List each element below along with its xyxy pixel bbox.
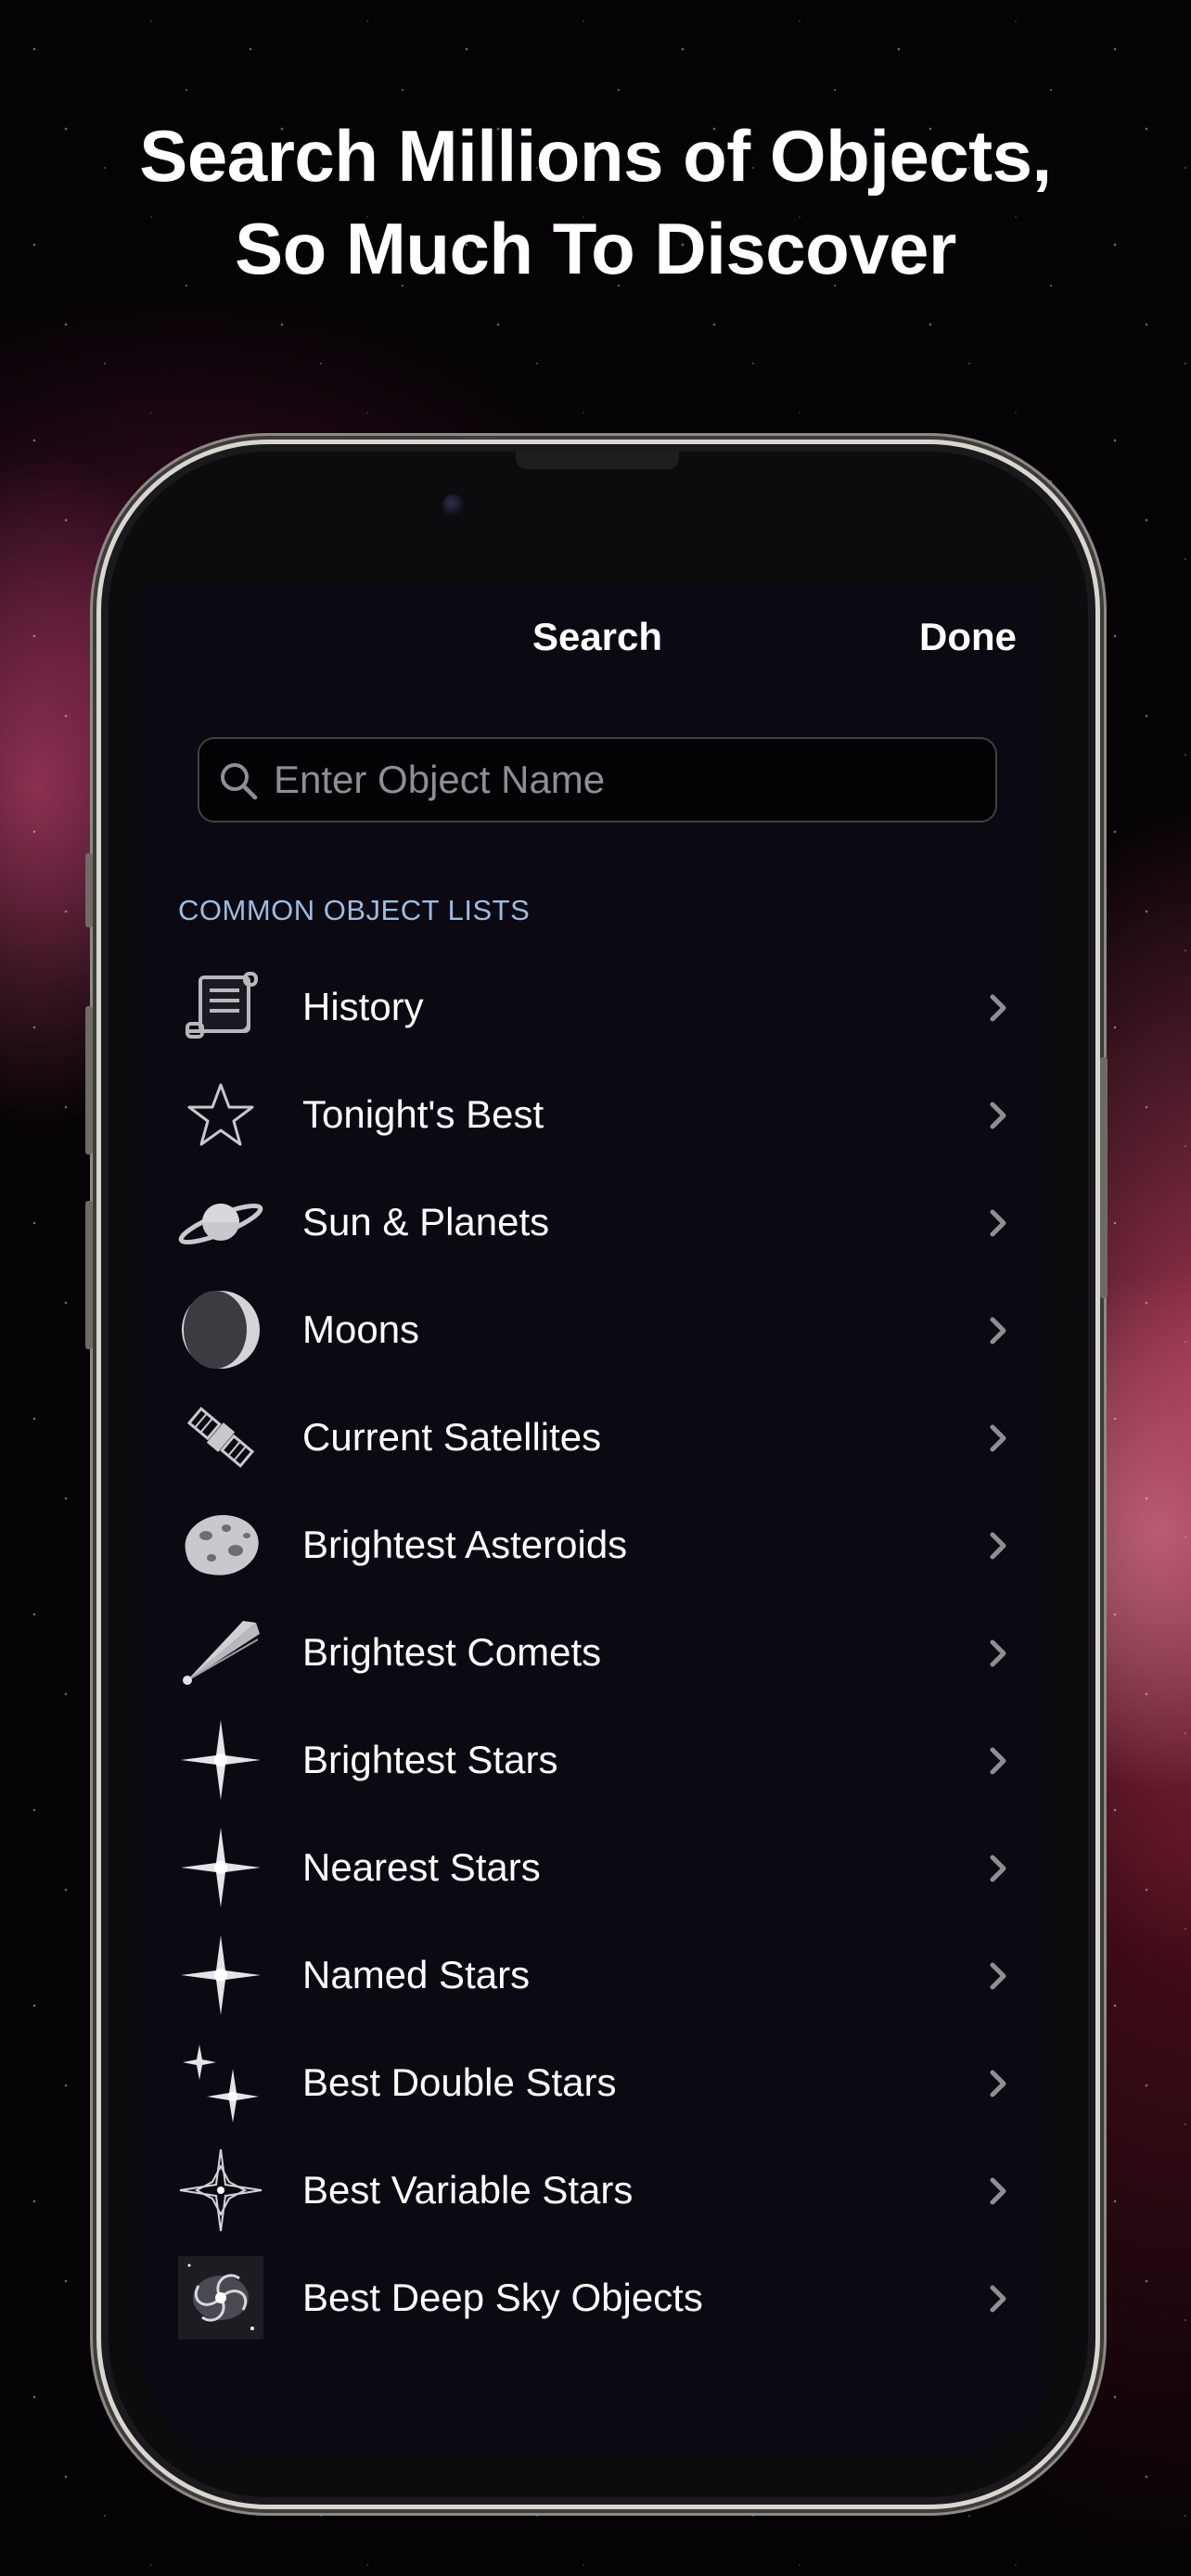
chevron-right-icon: [990, 2177, 1006, 2205]
chevron-right-icon: [990, 2070, 1006, 2098]
variable-star-icon: [178, 2149, 263, 2232]
search-field[interactable]: [198, 737, 997, 823]
satellite-icon: [178, 1396, 263, 1478]
nav-title: Search: [531, 615, 663, 658]
list-item-label: History: [302, 985, 424, 1028]
list-item-brightest-stars[interactable]: Brightest Stars: [143, 1706, 1052, 1814]
chevron-right-icon: [990, 1317, 1006, 1345]
list-item-tonights-best[interactable]: Tonight's Best: [143, 1061, 1052, 1168]
chevron-right-icon: [990, 1747, 1006, 1775]
headline-line-2: So Much To Discover: [235, 208, 956, 289]
list-item-label: Brightest Comets: [302, 1630, 602, 1674]
chevron-right-icon: [990, 1639, 1006, 1667]
chevron-right-icon: [990, 1102, 1006, 1129]
navigation-bar: Search Done: [143, 584, 1052, 695]
double-star-icon: [178, 2042, 263, 2123]
list-item-label: Best Double Stars: [302, 2060, 617, 2104]
list-item-label: Named Stars: [302, 1953, 531, 1996]
sparkle-star-icon: [178, 1934, 263, 2016]
scroll-icon: [178, 966, 263, 1048]
phone-power-button: [1100, 1057, 1108, 1298]
list-item-best-variable-stars[interactable]: Best Variable Stars: [143, 2136, 1052, 2244]
list-item-label: Moons: [302, 1307, 420, 1351]
list-item-history[interactable]: History: [143, 953, 1052, 1061]
list-item-moons[interactable]: Moons: [143, 1276, 1052, 1384]
chevron-right-icon: [990, 1855, 1006, 1882]
front-camera: [442, 494, 465, 516]
section-header: COMMON OBJECT LISTS: [178, 894, 531, 926]
list-item-best-deep-sky-objects[interactable]: Best Deep Sky Objects: [143, 2244, 1052, 2352]
done-button[interactable]: Done: [919, 615, 1017, 659]
search-input[interactable]: [274, 739, 979, 821]
chevron-right-icon: [990, 1532, 1006, 1560]
sparkle-star-icon: [178, 1719, 263, 1801]
chevron-right-icon: [990, 1209, 1006, 1237]
list-item-label: Tonight's Best: [302, 1092, 544, 1136]
star-outline-icon: [178, 1074, 263, 1155]
list-item-label: Current Satellites: [302, 1415, 602, 1459]
list-item-current-satellites[interactable]: Current Satellites: [143, 1384, 1052, 1491]
list-item-label: Brightest Stars: [302, 1738, 558, 1781]
chevron-right-icon: [990, 2285, 1006, 2313]
list-item-label: Best Variable Stars: [302, 2168, 634, 2212]
list-item-label: Brightest Asteroids: [302, 1523, 628, 1566]
phone-volume-down-button: [85, 1201, 93, 1349]
list-item-nearest-stars[interactable]: Nearest Stars: [143, 1814, 1052, 1921]
object-list: History Tonight's Best Sun & Planets Moo…: [143, 953, 1052, 2352]
promo-headline: Search Millions of Objects, So Much To D…: [0, 109, 1191, 295]
chevron-right-icon: [990, 994, 1006, 1022]
list-item-label: Best Deep Sky Objects: [302, 2276, 703, 2319]
list-item-brightest-comets[interactable]: Brightest Comets: [143, 1599, 1052, 1706]
list-item-brightest-asteroids[interactable]: Brightest Asteroids: [143, 1491, 1052, 1599]
planet-icon: [178, 1181, 263, 1263]
sparkle-star-icon: [178, 1827, 263, 1908]
phone-volume-up-button: [85, 1006, 93, 1154]
list-item-named-stars[interactable]: Named Stars: [143, 1921, 1052, 2029]
list-item-label: Sun & Planets: [302, 1200, 550, 1243]
chevron-right-icon: [990, 1424, 1006, 1452]
list-item-sun-planets[interactable]: Sun & Planets: [143, 1168, 1052, 1276]
phone-silent-switch: [85, 853, 93, 927]
list-item-best-double-stars[interactable]: Best Double Stars: [143, 2029, 1052, 2136]
search-icon: [221, 763, 258, 800]
phone-speaker-notch: [516, 451, 679, 469]
moon-icon: [178, 1289, 263, 1371]
galaxy-icon: [178, 2256, 263, 2340]
comet-icon: [178, 1612, 263, 1693]
asteroid-icon: [178, 1504, 263, 1586]
app-screen: Search Done COMMON OBJECT LISTS: [143, 584, 1052, 2457]
list-item-label: Nearest Stars: [302, 1845, 541, 1889]
headline-line-1: Search Millions of Objects,: [139, 115, 1052, 197]
chevron-right-icon: [990, 1962, 1006, 1990]
